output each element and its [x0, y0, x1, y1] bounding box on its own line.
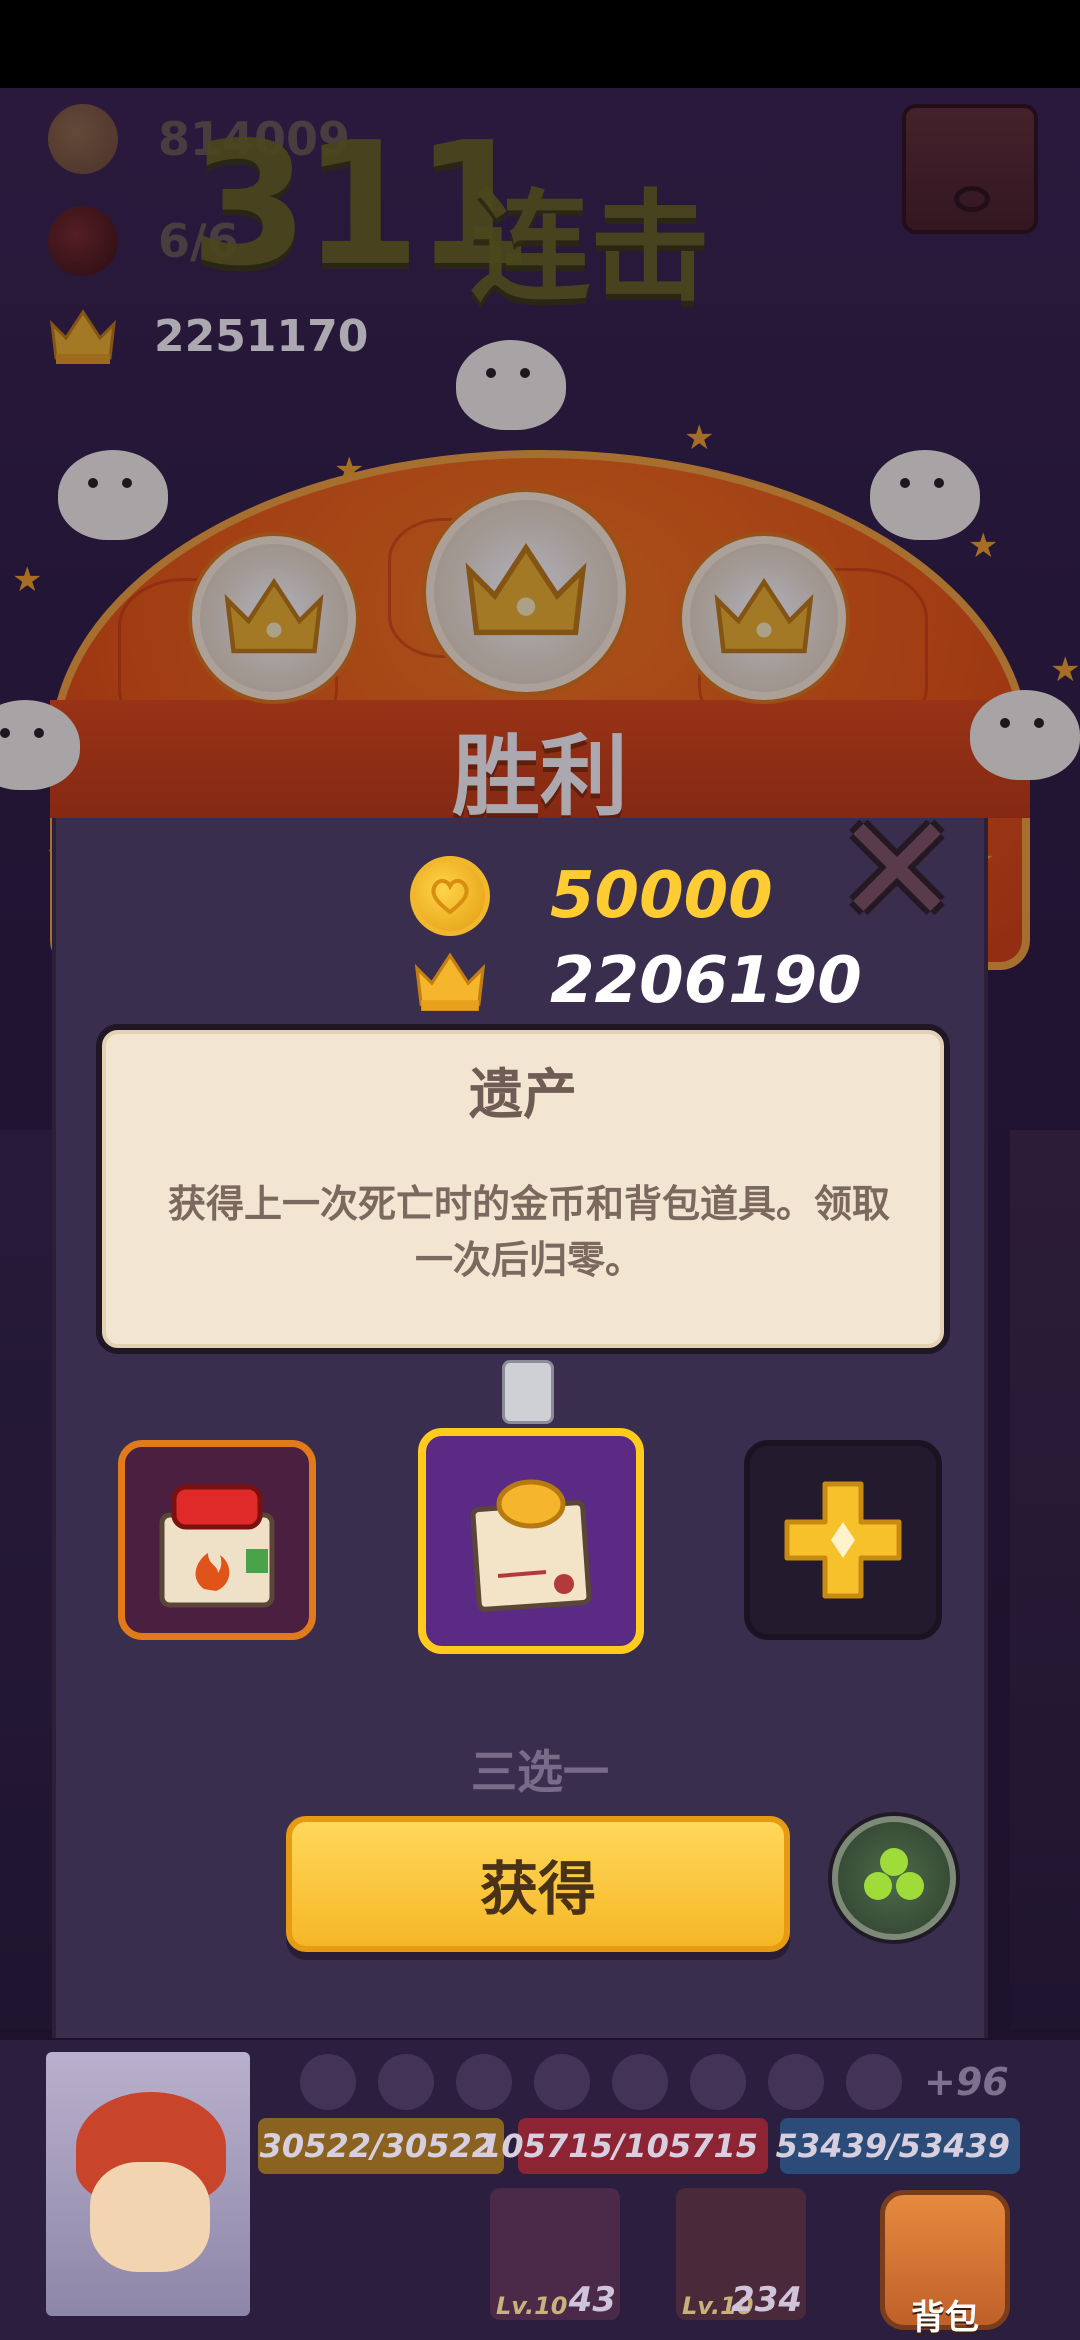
buff-icon[interactable] [846, 2054, 902, 2110]
fire-box-icon [159, 1484, 275, 1608]
buff-icon[interactable] [534, 2054, 590, 2110]
reward-crown-value: 2206190 [550, 944, 862, 1018]
item-slot[interactable]: Lv.10 234 [676, 2188, 806, 2320]
status-bar [0, 0, 1080, 88]
game-screen: 814009 6/6 2251170 311 连击 胜利 ★ ★ ★ ★ ★ ✕… [0, 0, 1080, 2340]
option-gold-cross[interactable] [744, 1440, 942, 1640]
legacy-card: 遗产 获得上一次死亡时的金币和背包道具。领取一次后归零。 [96, 1024, 950, 1354]
hp-bar: 105715/105715 [479, 2118, 768, 2174]
backpack-label: 背包 [911, 2298, 979, 2338]
hero-face [90, 2162, 210, 2272]
slot-count: 43 [568, 2280, 616, 2320]
reward-coin-value: 50000 [550, 859, 773, 933]
get-button[interactable]: 获得 [286, 1816, 790, 1952]
card-title: 遗产 [469, 1063, 577, 1126]
scroll-coin-icon [470, 1479, 592, 1612]
hero-portrait[interactable] [46, 2052, 250, 2316]
buff-icon[interactable] [300, 2054, 356, 2110]
close-icon: ✕ [834, 784, 960, 958]
shield-bar: 30522/30522 [258, 2118, 504, 2174]
heart-glyph [431, 878, 469, 915]
buff-icons-row: +96 [300, 2054, 1009, 2110]
option-scroll-coin[interactable] [418, 1428, 644, 1654]
clover-button[interactable] [832, 1816, 956, 1940]
buff-icon[interactable] [768, 2054, 824, 2110]
vip-icon[interactable] [456, 2054, 512, 2110]
gold-cross-icon [784, 1481, 902, 1599]
choose-one-hint: 三选一 [471, 1745, 609, 1799]
reward-coins-row: 50000 [410, 856, 773, 936]
buff-icon[interactable] [378, 2054, 434, 2110]
slot-level: Lv.10 [496, 2292, 568, 2320]
option-fire-box[interactable] [118, 1440, 316, 1640]
clover-icon [864, 1848, 924, 1900]
selection-pointer-icon [502, 1360, 554, 1424]
close-button[interactable]: ✕ [834, 796, 960, 946]
card-description: 获得上一次死亡时的金币和背包道具。领取一次后归零。 [167, 1182, 890, 1282]
slot-count: 234 [731, 2280, 802, 2320]
buff-icon[interactable] [690, 2054, 746, 2110]
buff-icon[interactable] [612, 2054, 668, 2110]
mana-bar: 53439/53439 [776, 2118, 1020, 2174]
crown-icon [414, 952, 486, 1011]
extra-buffs-count[interactable]: +96 [924, 2060, 1009, 2104]
coin-icon [410, 856, 490, 936]
item-slot[interactable]: Lv.10 43 [490, 2188, 620, 2320]
reward-crowns-row: 2206190 [410, 944, 862, 1018]
